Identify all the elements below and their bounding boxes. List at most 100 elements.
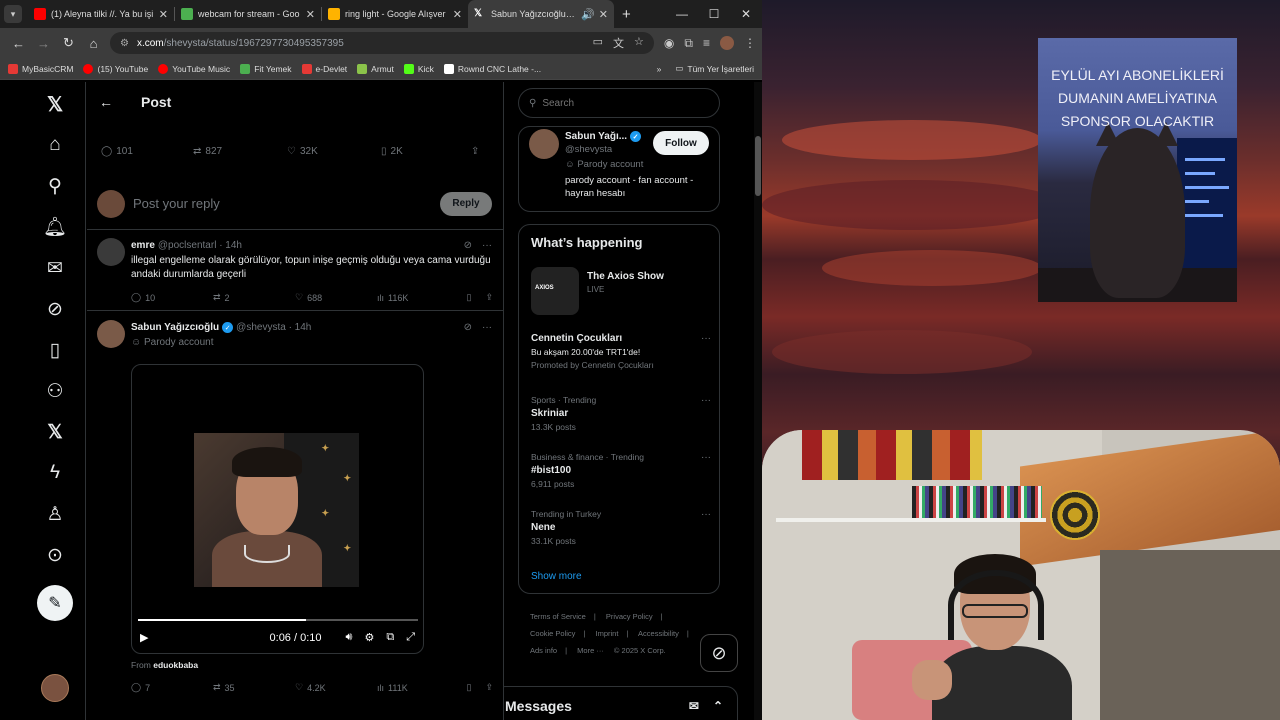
more-dots-icon[interactable]: ··· bbox=[482, 240, 492, 251]
grok-icon[interactable]: ⊘ bbox=[464, 240, 472, 251]
new-message-icon[interactable]: ✉ bbox=[689, 699, 699, 713]
footer-link[interactable]: Cookie Policy bbox=[530, 629, 575, 638]
grok-floating-button[interactable]: ⊘ bbox=[700, 634, 738, 672]
trend-item[interactable]: Business & finance · Trending #bist100 6… bbox=[531, 452, 711, 489]
close-window-button[interactable]: ✕ bbox=[730, 0, 762, 28]
view-count[interactable]: ılı 111K bbox=[377, 683, 459, 693]
close-tab-icon[interactable]: ✕ bbox=[159, 8, 168, 21]
compose-post-button[interactable]: ✎ bbox=[37, 585, 73, 621]
bookmark-item[interactable]: Kick bbox=[403, 63, 434, 74]
verified-orgs-lightning-icon[interactable]: ϟ bbox=[41, 459, 69, 487]
back-arrow-icon[interactable]: ← bbox=[99, 94, 113, 110]
reply-input[interactable]: Post your reply bbox=[133, 196, 440, 211]
tab-0[interactable]: (1) Aleyna tilki //. Ya bu işi ✕ bbox=[28, 0, 174, 28]
more-dots-icon[interactable]: ··· bbox=[701, 452, 711, 463]
more-bookmarks-icon[interactable]: » bbox=[657, 64, 662, 74]
tab-1[interactable]: webcam for stream - Goo ✕ bbox=[175, 0, 321, 28]
more-dots-icon[interactable]: ··· bbox=[701, 333, 711, 344]
video-player[interactable]: ✦ ✦ ✦ ✦ ▶ 0:06 / 0:10 🔊︎ ⚙ ⧉ ⤢ bbox=[131, 364, 424, 654]
reply-count[interactable]: ◯ 101 bbox=[101, 146, 193, 157]
bookmark-icon[interactable]: ▯ bbox=[467, 682, 472, 693]
footer-link[interactable]: Privacy Policy bbox=[606, 612, 653, 621]
trend-item[interactable]: Cennetin Çocukları Bu akşam 20.00'de TRT… bbox=[531, 333, 711, 370]
video-progress-bar[interactable] bbox=[138, 619, 418, 621]
avatar[interactable] bbox=[97, 238, 125, 266]
x-logo-icon[interactable]: 𝕏 bbox=[41, 90, 69, 118]
speaker-icon[interactable]: 🔊 bbox=[581, 8, 595, 21]
volume-icon[interactable]: 🔊︎ bbox=[346, 631, 353, 644]
footer-link[interactable]: More ··· bbox=[577, 646, 604, 655]
reply-button[interactable]: Reply bbox=[440, 191, 492, 216]
explore-search-icon[interactable]: ⚲ bbox=[41, 172, 69, 200]
bookmark-item[interactable]: MyBasicCRM bbox=[8, 63, 73, 74]
profile-icon[interactable]: ♙ bbox=[41, 500, 69, 528]
tab-search-button[interactable]: ▾ bbox=[4, 5, 22, 23]
puzzle-icon[interactable]: ⧉ bbox=[684, 36, 693, 51]
more-options-icon[interactable]: ⊙ bbox=[41, 541, 69, 569]
home-icon[interactable]: ⌂ bbox=[41, 131, 69, 159]
translate-icon[interactable]: 文 bbox=[613, 35, 624, 51]
axios-thumbnail[interactable]: AXIOS bbox=[531, 267, 579, 315]
footer-link[interactable]: Imprint bbox=[595, 629, 618, 638]
share-icon[interactable]: ⇪ bbox=[485, 682, 493, 693]
avatar[interactable] bbox=[97, 320, 125, 348]
all-bookmarks[interactable]: ▭ Tüm Yer İşaretleri bbox=[675, 63, 754, 74]
reply-count[interactable]: ◯ 10 bbox=[131, 292, 213, 303]
pip-icon[interactable]: ⧉ bbox=[386, 631, 394, 644]
address-bar[interactable]: ⚙ x.com/shevysta/status/1967297730495357… bbox=[110, 32, 654, 54]
trend-item[interactable]: Sports · Trending Skriniar 13.3K posts ·… bbox=[531, 395, 711, 432]
trend-item[interactable]: Trending in Turkey Nene 33.1K posts ··· bbox=[531, 509, 711, 546]
avatar[interactable] bbox=[529, 129, 559, 159]
share-icon[interactable]: ⇪ bbox=[485, 292, 493, 303]
scrollbar-thumb[interactable] bbox=[755, 136, 761, 196]
like-count[interactable]: ♡ 688 bbox=[295, 292, 377, 303]
grok-icon[interactable]: ⊘ bbox=[464, 322, 472, 333]
bookmarks-icon[interactable]: ▯ bbox=[41, 336, 69, 364]
bookmark-item[interactable]: Fit Yemek bbox=[240, 63, 292, 74]
repost-count[interactable]: ⇄ 2 bbox=[213, 292, 295, 303]
communities-icon[interactable]: ⚇ bbox=[41, 377, 69, 405]
expand-chevron-icon[interactable]: ⌃ bbox=[713, 699, 723, 713]
video-frame[interactable]: ✦ ✦ ✦ ✦ bbox=[194, 433, 359, 587]
bookmark-icon[interactable]: ▯ bbox=[467, 292, 472, 303]
extension-icon[interactable]: ◉ bbox=[664, 36, 674, 50]
close-tab-icon[interactable]: ✕ bbox=[599, 8, 608, 21]
premium-x-icon[interactable]: 𝕏 bbox=[41, 418, 69, 446]
fullscreen-icon[interactable]: ⤢ bbox=[406, 631, 415, 644]
bookmark-item[interactable]: (15) YouTube bbox=[83, 63, 148, 74]
messages-drawer[interactable]: Messages ✉ ⌃ bbox=[504, 686, 738, 720]
footer-link[interactable]: Accessibility bbox=[638, 629, 679, 638]
more-dots-icon[interactable]: ··· bbox=[701, 395, 711, 406]
settings-gear-icon[interactable]: ⚙ bbox=[364, 631, 374, 644]
back-button[interactable]: ← bbox=[6, 36, 31, 51]
more-dots-icon[interactable]: ··· bbox=[701, 509, 711, 520]
footer-link[interactable]: Ads info bbox=[530, 646, 557, 655]
media-control-icon[interactable]: ≡ bbox=[703, 36, 710, 50]
close-tab-icon[interactable]: ✕ bbox=[306, 8, 315, 21]
view-count[interactable]: ılı 116K bbox=[377, 293, 459, 303]
home-button[interactable]: ⌂ bbox=[81, 36, 106, 51]
live-event[interactable]: The Axios Show LIVE bbox=[587, 271, 664, 294]
bookmark-item[interactable]: e-Devlet bbox=[301, 63, 347, 74]
repost-count[interactable]: ⇄ 827 bbox=[193, 146, 287, 157]
page-scrollbar[interactable] bbox=[754, 82, 762, 720]
reload-button[interactable]: ↻ bbox=[56, 35, 81, 51]
cast-icon[interactable]: ▭ bbox=[593, 35, 603, 51]
messages-envelope-icon[interactable]: ✉ bbox=[41, 254, 69, 282]
more-dots-icon[interactable]: ··· bbox=[482, 322, 492, 333]
bookmark-count[interactable]: ▯ 2K bbox=[381, 146, 471, 157]
repost-count[interactable]: ⇄ 35 bbox=[213, 682, 295, 693]
bookmark-item[interactable]: YouTube Music bbox=[158, 63, 230, 74]
minimize-button[interactable]: — bbox=[666, 0, 698, 28]
share-icon[interactable]: ⇪ bbox=[471, 146, 479, 157]
profile-name[interactable]: Sabun Yağı... bbox=[565, 131, 627, 142]
like-count[interactable]: ♡ 4.2K bbox=[295, 682, 377, 693]
tab-3[interactable]: 𝕏 Sabun Yağızcıoğlu on 🔊 ✕ bbox=[468, 0, 614, 28]
play-icon[interactable]: ▶ bbox=[140, 631, 148, 644]
bookmark-item[interactable]: Rownd CNC Lathe -... bbox=[443, 63, 541, 74]
profile-avatar[interactable] bbox=[720, 36, 734, 50]
tab-2[interactable]: ring light - Google Alışver ✕ bbox=[322, 0, 468, 28]
show-more-link[interactable]: Show more bbox=[531, 571, 582, 582]
search-input[interactable] bbox=[542, 97, 703, 109]
account-avatar[interactable] bbox=[41, 674, 69, 702]
